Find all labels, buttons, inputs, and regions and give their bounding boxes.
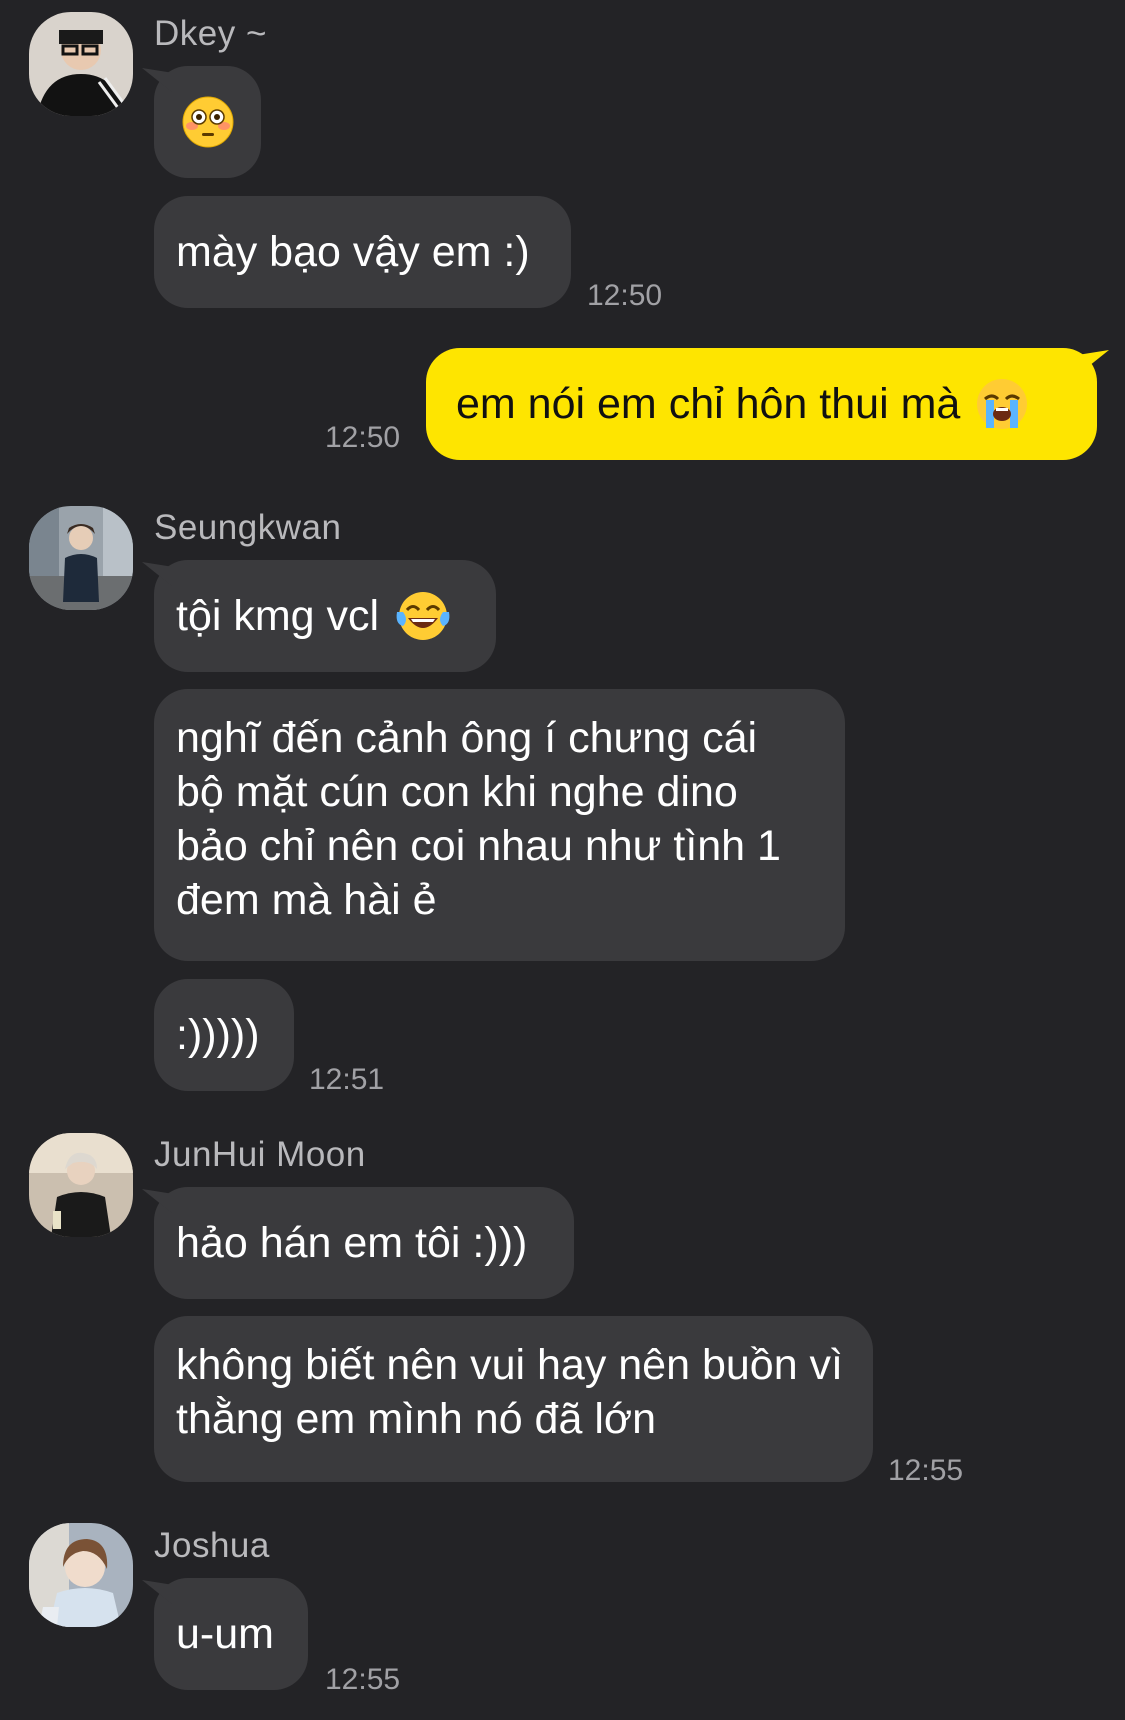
sender-name: Dkey ~	[154, 14, 267, 53]
avatar-seungkwan[interactable]	[29, 506, 133, 610]
message-timestamp: 12:55	[325, 1663, 401, 1696]
message-bubble[interactable]: :)))))	[154, 979, 294, 1091]
sender-name: Seungkwan	[154, 508, 342, 547]
avatar-joshua[interactable]	[29, 1523, 133, 1627]
message-bubble[interactable]: không biết nên vui hay nên buồn vì thằng…	[154, 1316, 873, 1482]
message-bubble[interactable]: nghĩ đến cảnh ông í chưng cái bộ mặt cún…	[154, 689, 845, 961]
loudly-crying-face-icon	[976, 378, 1028, 430]
sender-name: JunHui Moon	[154, 1135, 366, 1174]
message-bubble[interactable]: hảo hán em tôi :)))	[154, 1187, 574, 1299]
message-text: tội kmg vcl	[176, 592, 380, 640]
message-bubble[interactable]	[154, 66, 261, 178]
message-bubble[interactable]: tội kmg vcl	[154, 560, 496, 672]
tears-of-joy-icon	[395, 590, 451, 642]
message-timestamp: 12:51	[309, 1063, 385, 1096]
message-bubble[interactable]: mày bạo vậy em :)	[154, 196, 571, 308]
sender-name: Joshua	[154, 1526, 270, 1565]
avatar-junhui-moon[interactable]	[29, 1133, 133, 1237]
chat-message-list[interactable]: Dkey ~ mày bạo vậy em :) 12:50 12:50 em …	[0, 0, 1125, 1720]
message-timestamp: 12:55	[888, 1454, 964, 1487]
message-timestamp: 12:50	[325, 421, 401, 454]
avatar-dkey[interactable]	[29, 12, 133, 116]
flushed-face-icon	[182, 96, 234, 148]
message-bubble[interactable]: u-um	[154, 1578, 308, 1690]
my-message-bubble[interactable]: em nói em chỉ hôn thui mà	[426, 348, 1097, 460]
message-text: em nói em chỉ hôn thui mà	[456, 380, 961, 428]
message-timestamp: 12:50	[587, 279, 663, 312]
